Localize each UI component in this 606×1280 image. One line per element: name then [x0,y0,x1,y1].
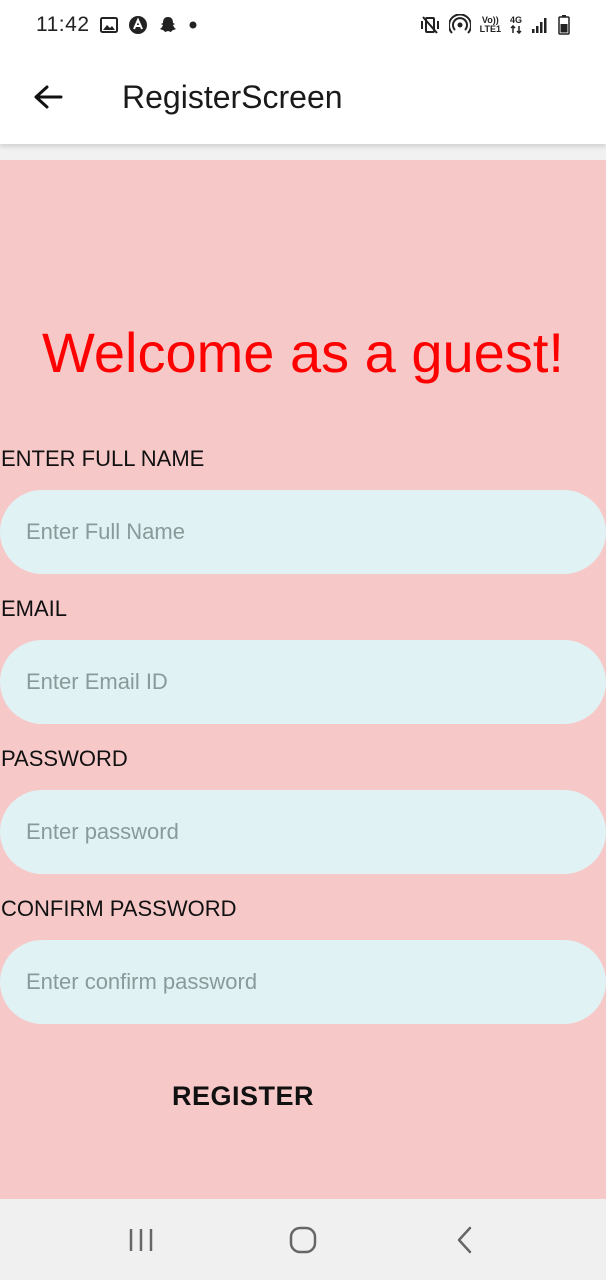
volte-text-bottom: LTE1 [479,24,501,34]
signal-icon [531,16,549,34]
welcome-heading: Welcome as a guest! [42,321,564,384]
password-label: PASSWORD [1,746,128,771]
full-name-label: ENTER FULL NAME [1,446,205,471]
status-time: 11:42 [36,13,90,36]
register-button[interactable]: REGISTER [140,1068,346,1124]
arrow-left-icon [33,84,63,110]
nav-bar [0,1199,606,1280]
image-icon [99,17,118,33]
register-form: Welcome as a guest! ENTER FULL NAME EMAI… [0,160,606,1199]
full-name-input[interactable] [0,490,606,574]
4g-text: 4G [509,15,522,25]
status-bar: 11:42 Vo)) LTE1 4G [0,0,606,50]
app-bar: RegisterScreen [0,50,606,144]
password-input[interactable] [0,790,606,874]
status-left: 11:42 [36,13,198,37]
status-right: Vo)) LTE1 4G [420,14,570,36]
confirm-password-label: CONFIRM PASSWORD [1,896,237,921]
4g-icon: 4G [510,16,522,34]
page-title: RegisterScreen [122,78,343,115]
vibrate-mute-icon [420,15,440,35]
email-label: EMAIL [1,596,68,621]
recent-apps-button[interactable] [106,1210,176,1270]
confirm-password-input[interactable] [0,940,606,1024]
home-icon [288,1225,318,1255]
volte-icon: Vo)) LTE1 [480,16,501,34]
hotspot-icon [448,14,471,36]
snapchat-icon [158,15,178,35]
system-back-button[interactable] [430,1210,500,1270]
home-button[interactable] [268,1210,338,1270]
app-a-icon [128,15,148,35]
battery-icon [558,15,570,35]
back-icon [455,1225,475,1255]
divider [0,144,606,160]
email-input[interactable] [0,640,606,724]
recent-apps-icon [127,1227,155,1253]
dot-icon [188,20,198,30]
back-button[interactable] [18,67,78,127]
